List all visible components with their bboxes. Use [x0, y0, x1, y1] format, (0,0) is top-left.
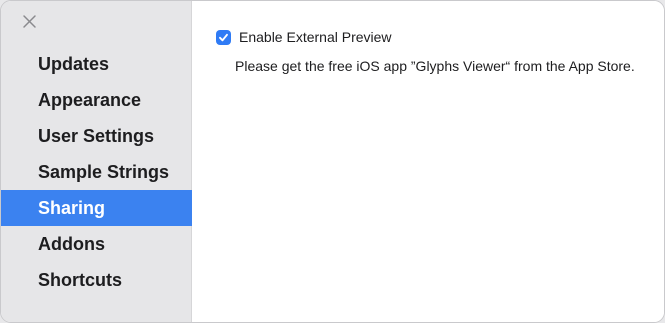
external-preview-label: Enable External Preview	[239, 29, 392, 45]
sidebar-item-addons[interactable]: Addons	[1, 226, 192, 262]
sidebar-item-shortcuts[interactable]: Shortcuts	[1, 262, 192, 298]
sidebar-item-sharing[interactable]: Sharing	[1, 190, 192, 226]
close-icon	[23, 15, 36, 28]
preferences-window: Updates Appearance User Settings Sample …	[0, 0, 665, 323]
close-button[interactable]	[21, 13, 39, 31]
sidebar-item-sample-strings[interactable]: Sample Strings	[1, 154, 192, 190]
sidebar-nav: Updates Appearance User Settings Sample …	[1, 46, 192, 298]
sidebar-item-updates[interactable]: Updates	[1, 46, 192, 82]
external-preview-option: Enable External Preview	[216, 29, 392, 45]
external-preview-checkbox[interactable]	[216, 29, 231, 45]
sharing-pane: Enable External Preview Please get the f…	[192, 1, 664, 322]
sidebar: Updates Appearance User Settings Sample …	[1, 1, 192, 322]
sidebar-item-user-settings[interactable]: User Settings	[1, 118, 192, 154]
help-text: Please get the free iOS app ”Glyphs View…	[235, 58, 635, 74]
checkmark-icon	[219, 33, 228, 41]
sidebar-item-appearance[interactable]: Appearance	[1, 82, 192, 118]
